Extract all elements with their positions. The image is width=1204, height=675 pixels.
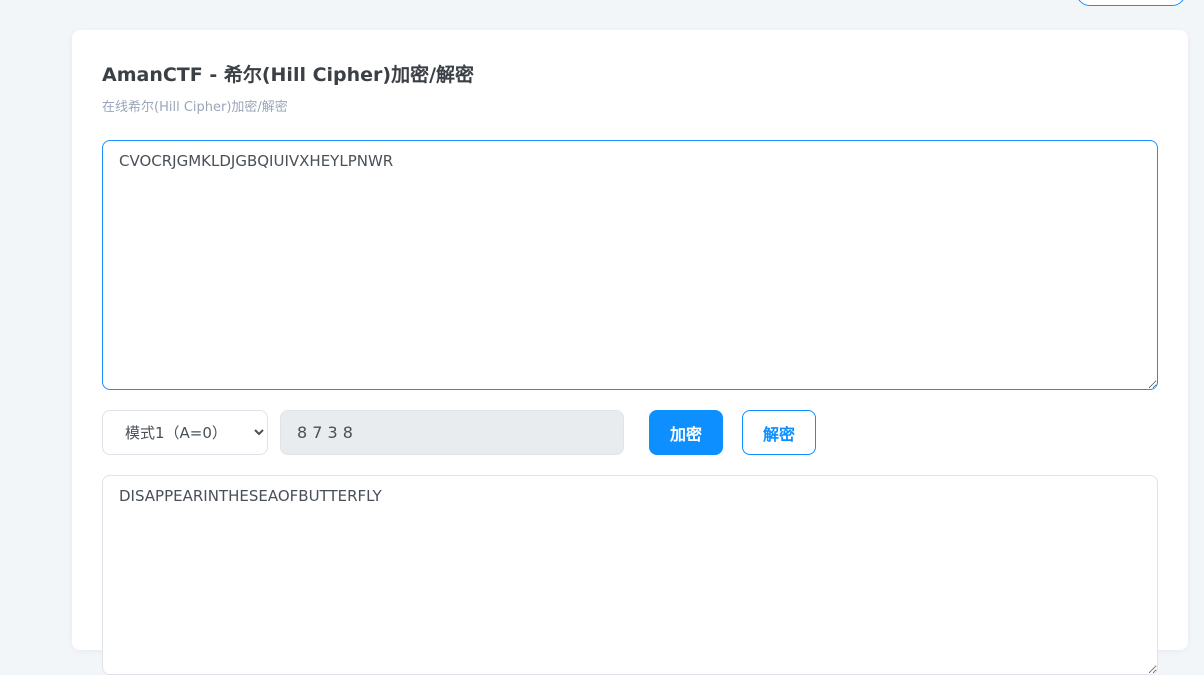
page-subtitle: 在线希尔(Hill Cipher)加密/解密 [102, 100, 288, 115]
encrypt-button[interactable]: 加密 [649, 410, 723, 455]
decrypt-button[interactable]: 解密 [742, 410, 816, 455]
top-right-button[interactable] [1076, 0, 1186, 6]
input-textarea[interactable]: CVOCRJGMKLDJGBQIUIVXHEYLPNWR [102, 140, 1158, 390]
output-textarea[interactable]: DISAPPEARINTHESEAOFBUTTERFLY [102, 475, 1158, 675]
key-input[interactable] [280, 410, 624, 455]
page-title: AmanCTF - 希尔(Hill Cipher)加密/解密 [102, 64, 475, 86]
tool-card: AmanCTF - 希尔(Hill Cipher)加密/解密 在线希尔(Hill… [72, 30, 1188, 675]
mode-select[interactable]: 模式1（A=0） [102, 410, 268, 455]
